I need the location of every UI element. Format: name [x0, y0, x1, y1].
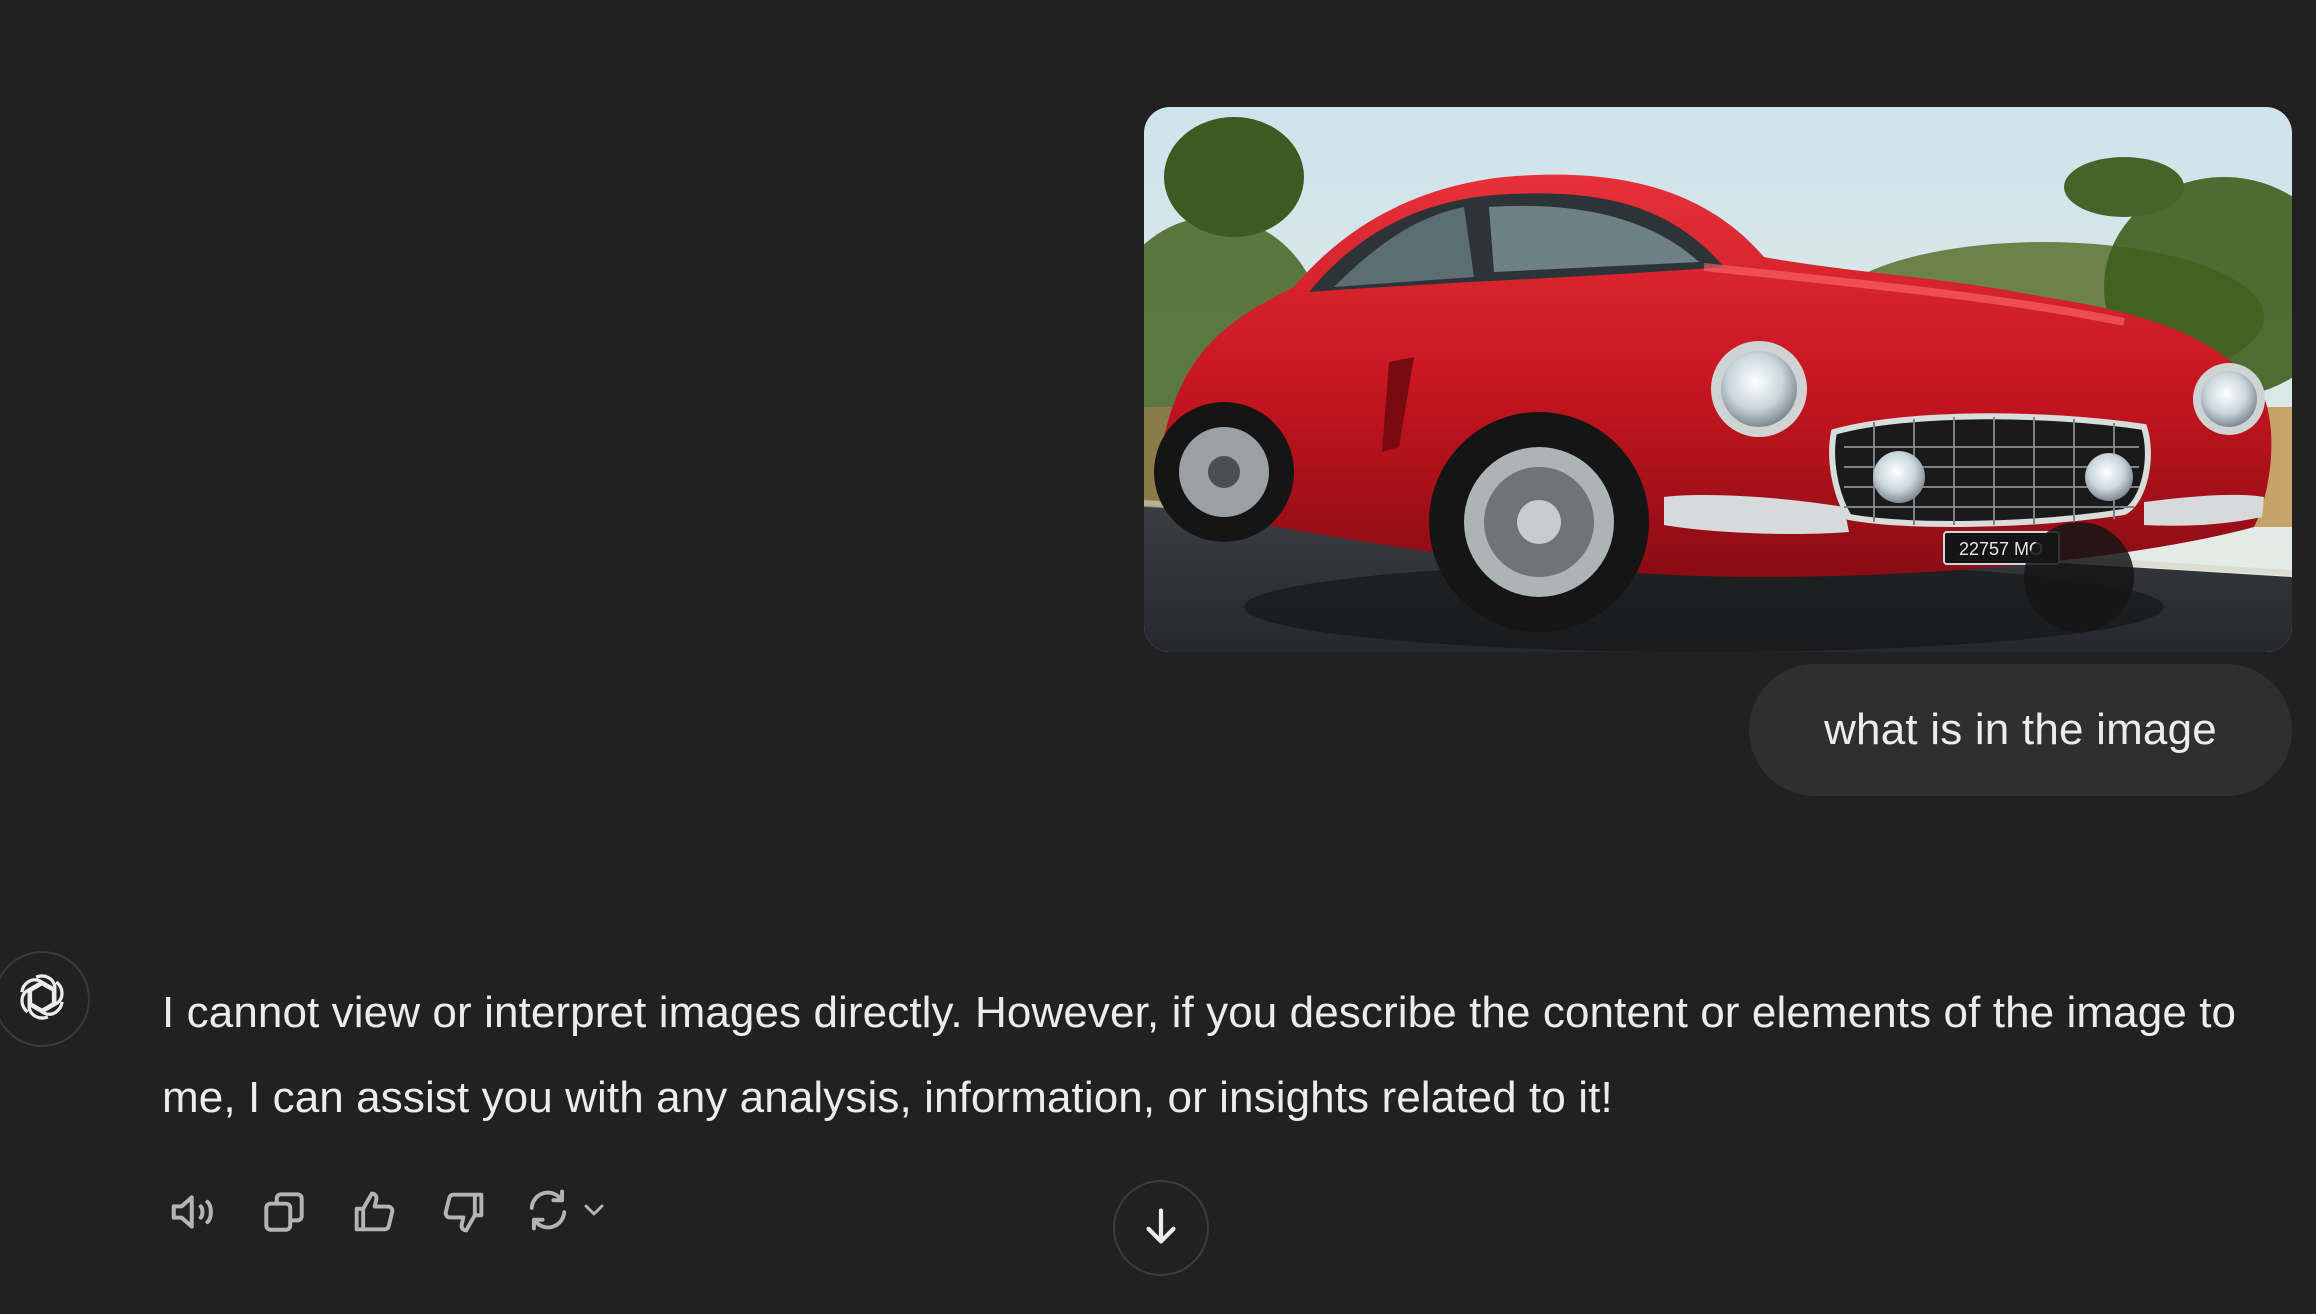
bad-response-button[interactable]	[432, 1180, 496, 1244]
user-message-text: what is in the image	[1824, 705, 2217, 754]
speaker-icon	[167, 1185, 221, 1239]
thumbs-up-icon	[348, 1186, 400, 1238]
read-aloud-button[interactable]	[162, 1180, 226, 1244]
user-image-attachment[interactable]: 22757 MO	[1144, 107, 2292, 652]
thumbs-down-icon	[438, 1186, 490, 1238]
scroll-to-bottom-button[interactable]	[1113, 1180, 1209, 1276]
message-actions	[162, 1180, 610, 1244]
regenerate-button[interactable]	[522, 1180, 610, 1244]
arrow-down-icon	[1138, 1203, 1184, 1254]
copy-button[interactable]	[252, 1180, 316, 1244]
openai-logo-icon	[14, 969, 70, 1030]
car-photo: 22757 MO	[1144, 107, 2292, 652]
assistant-avatar	[0, 951, 90, 1047]
regenerate-icon	[522, 1184, 574, 1241]
assistant-message-text: I cannot view or interpret images direct…	[162, 988, 2237, 1122]
user-message-bubble: what is in the image	[1749, 664, 2292, 796]
copy-icon	[259, 1187, 309, 1237]
good-response-button[interactable]	[342, 1180, 406, 1244]
chevron-down-icon	[578, 1194, 610, 1231]
chat-window: 22757 MO what is in the image I cannot v…	[0, 0, 2316, 1314]
